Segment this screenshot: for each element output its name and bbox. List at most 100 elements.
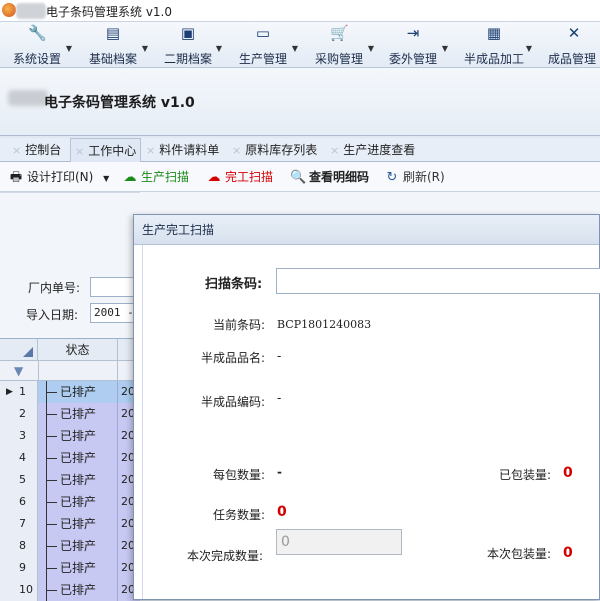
row-number: 6 xyxy=(0,491,38,513)
menu-finished-goods[interactable]: ✕ 成品管理 xyxy=(548,22,600,68)
close-icon[interactable]: × xyxy=(12,144,21,157)
pack-qty-label: 本次包装量: xyxy=(487,547,552,561)
task-qty-label: 任务数量: xyxy=(213,508,266,522)
row-number-text: 4 xyxy=(19,451,26,464)
tree-line xyxy=(46,557,58,579)
chevron-down-icon[interactable]: ▼ xyxy=(103,174,109,183)
close-icon[interactable]: × xyxy=(330,144,339,157)
per-pack-label: 每包数量: xyxy=(213,468,266,482)
status-column-header[interactable]: 状态 xyxy=(38,339,118,361)
refresh-icon: ↻ xyxy=(386,170,398,185)
menu-production[interactable]: ▭ 生产管理 ▼ xyxy=(234,22,298,68)
pack-qty-value: 0 xyxy=(563,545,573,561)
menu-purchase[interactable]: 🛒 采购管理 ▼ xyxy=(310,22,374,68)
select-all-icon xyxy=(23,347,33,357)
finish-scan-dialog: 生产完工扫描 扫描条码: 当前条码: BCP1801240083 半成品品名: … xyxy=(133,214,600,600)
chevron-down-icon: ▼ xyxy=(65,44,72,53)
per-pack-value: - xyxy=(277,465,282,479)
status-text: 已排产 xyxy=(60,429,97,443)
status-cell[interactable]: 已排产 xyxy=(38,579,118,601)
status-cell[interactable]: 已排产 xyxy=(38,535,118,557)
status-cell[interactable]: 已排产 xyxy=(38,447,118,469)
produce-scan-button[interactable]: ☁ 生产扫描 xyxy=(122,168,190,186)
close-icon[interactable]: × xyxy=(75,145,84,158)
packed-qty-label: 已包装量: xyxy=(499,468,552,482)
status-cell[interactable]: 已排产 xyxy=(38,513,118,535)
table-row[interactable]: 2 已排产 20 xyxy=(0,403,140,425)
dialog-title: 生产完工扫描 xyxy=(134,215,599,245)
table-row[interactable]: 8 已排产 20 xyxy=(0,535,140,557)
status-cell[interactable]: 已排产 xyxy=(38,381,118,403)
view-detail-code-button[interactable]: 🔍 查看明细码 xyxy=(290,168,369,186)
login-icon: ⇥ xyxy=(406,24,420,42)
menu-phase2-archive[interactable]: ▣ 二期档案 ▼ xyxy=(160,22,222,68)
printer-icon: 🖶 xyxy=(9,170,23,185)
tab-material-request[interactable]: × 料件请料单 xyxy=(142,138,223,162)
refresh-button[interactable]: ↻ 刷新(R) xyxy=(384,168,445,186)
table-row[interactable]: 5 已排产 20 xyxy=(0,469,140,491)
menu-label: 采购管理 xyxy=(314,52,363,66)
tab-label: 工作中心 xyxy=(88,144,137,158)
app-logo-icon xyxy=(2,3,16,17)
status-cell[interactable]: 已排产 xyxy=(38,425,118,447)
tree-line xyxy=(46,425,58,447)
packed-qty-value: 0 xyxy=(563,465,573,481)
refresh-label: 刷新(R) xyxy=(403,170,445,184)
finish-scan-button[interactable]: ☁ 完工扫描 xyxy=(206,168,274,186)
menu-semi-processing[interactable]: ▦ 半成品加工 ▼ xyxy=(462,22,532,68)
tab-raw-inventory[interactable]: × 原料库存列表 xyxy=(228,138,321,162)
status-cell[interactable]: 已排产 xyxy=(38,557,118,579)
table-row[interactable]: ▶ 1 已排产 20 xyxy=(0,381,140,403)
building-icon: ▦ xyxy=(486,24,502,42)
table-row[interactable]: 7 已排产 20 xyxy=(0,513,140,535)
semi-code-label: 半成品编码: xyxy=(201,395,266,409)
tree-line xyxy=(46,535,58,557)
table-row[interactable]: 9 已排产 20 xyxy=(0,557,140,579)
grid-corner[interactable] xyxy=(0,339,38,361)
tree-line xyxy=(46,579,58,601)
search-icon: 🔍 xyxy=(290,170,307,185)
chevron-down-icon: ▼ xyxy=(215,44,222,53)
table-row[interactable]: 6 已排产 20 xyxy=(0,491,140,513)
view-detail-code-label: 查看明细码 xyxy=(309,170,370,184)
menu-label: 二期档案 xyxy=(163,52,212,66)
row-number-text: 7 xyxy=(19,517,26,530)
design-print-button[interactable]: 🖶 设计打印(N) ▼ xyxy=(8,168,109,186)
close-icon[interactable]: × xyxy=(146,144,155,157)
status-cell[interactable]: 已排产 xyxy=(38,403,118,425)
row-number-text: 5 xyxy=(19,473,26,486)
dialog-body: 扫描条码: 当前条码: BCP1801240083 半成品品名: - 半成品编码… xyxy=(142,245,600,599)
menu-label: 基础档案 xyxy=(88,52,137,66)
tab-work-center[interactable]: × 工作中心 xyxy=(70,138,142,162)
status-cell[interactable]: 已排产 xyxy=(38,491,118,513)
grid-header: 状态 xyxy=(0,339,140,361)
menu-basic-archive[interactable]: ▤ 基础档案 ▼ xyxy=(84,22,148,68)
menu-outsource[interactable]: ⇥ 委外管理 ▼ xyxy=(384,22,448,68)
status-text: 已排产 xyxy=(60,561,97,575)
system-header: 电子条码管理系统 v1.0 xyxy=(0,68,600,136)
current-code-label: 当前条码: xyxy=(213,318,266,332)
row-number: 8 xyxy=(0,535,38,557)
status-filter-cell[interactable] xyxy=(38,361,118,381)
production-grid: 状态 ▼ ▶ 1 已排产 20 2 已排产 20 3 已排产 20 4 已排产 20 5 已排产 20 6 已排产… xyxy=(0,338,140,601)
tab-console[interactable]: × 控制台 xyxy=(8,138,65,162)
table-row[interactable]: 4 已排产 20 xyxy=(0,447,140,469)
finish-scan-label: 完工扫描 xyxy=(225,170,274,184)
table-row[interactable]: 10 已排产 20 xyxy=(0,579,140,601)
filter-panel: 厂内单号: 导入日期: 2001 - xyxy=(0,192,140,332)
close-icon[interactable]: × xyxy=(232,144,241,157)
blurred-company-name xyxy=(8,90,48,106)
status-cell[interactable]: 已排产 xyxy=(38,469,118,491)
blurred-logo-area xyxy=(16,3,46,19)
table-row[interactable]: 3 已排产 20 xyxy=(0,425,140,447)
menu-system-settings[interactable]: 🔧 系统设置 ▼ xyxy=(8,22,72,68)
finish-qty-input[interactable]: 0 xyxy=(276,529,402,555)
tab-production-progress[interactable]: × 生产进度查看 xyxy=(326,138,419,162)
row-number-text: 8 xyxy=(19,539,26,552)
scan-barcode-input[interactable] xyxy=(276,268,600,294)
filter-funnel-icon[interactable]: ▼ xyxy=(14,364,23,378)
row-number-text: 9 xyxy=(19,561,26,574)
tab-label: 料件请料单 xyxy=(159,143,220,157)
window-title-bar: 电子条码管理系统 v1.0 xyxy=(0,0,600,22)
cart-icon: 🛒 xyxy=(330,24,349,42)
